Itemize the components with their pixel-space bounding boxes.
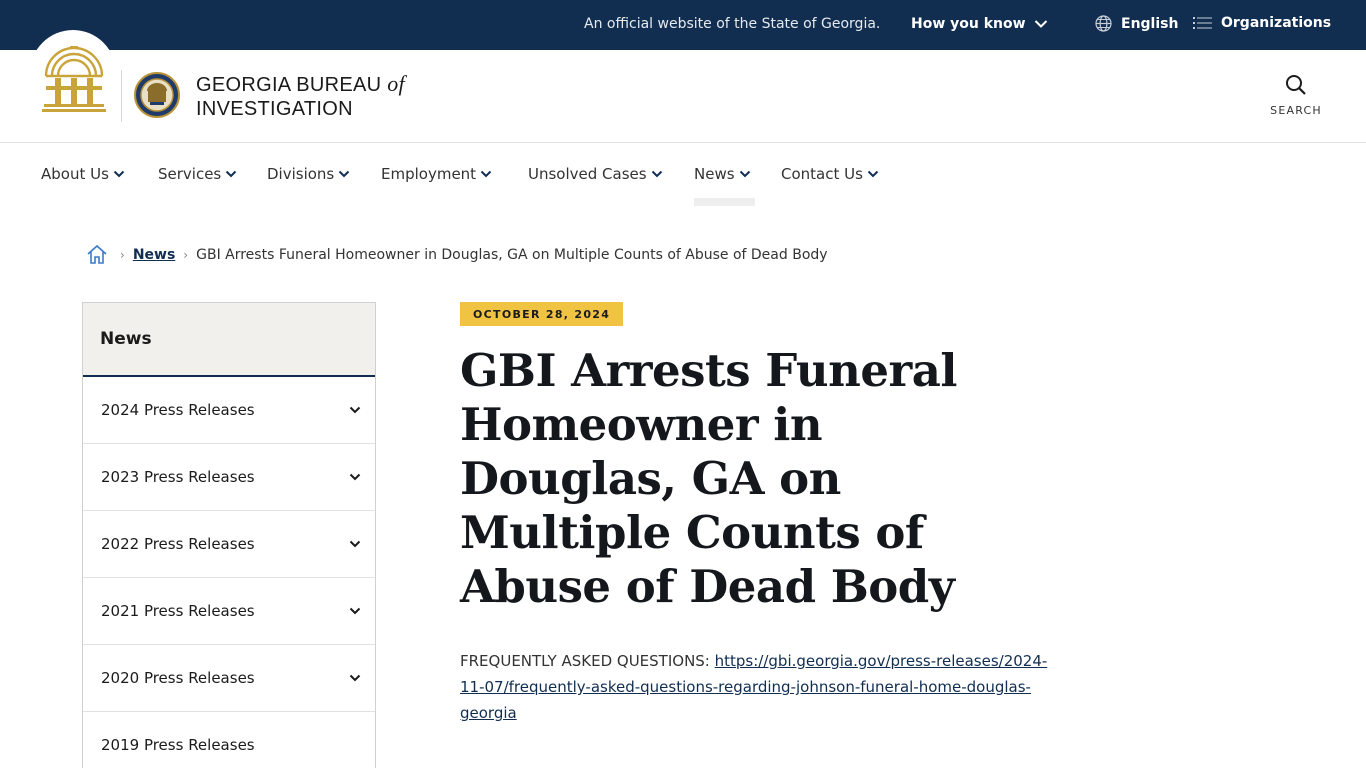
breadcrumb-news-link[interactable]: News xyxy=(133,247,175,263)
news-sidebar: News 2024 Press Releases 2023 Press Rele… xyxy=(82,302,376,768)
nav-divisions[interactable]: Divisions xyxy=(267,165,350,183)
list-icon xyxy=(1193,17,1212,29)
gbi-badge-logo[interactable] xyxy=(134,70,180,120)
sidebar-item-2024[interactable]: 2024 Press Releases xyxy=(83,377,375,444)
site-name-line1: GEORGIA BUREAU xyxy=(196,74,382,96)
faq-label: FREQUENTLY ASKED QUESTIONS: xyxy=(460,652,710,670)
official-site-text: An official website of the State of Geor… xyxy=(584,16,881,32)
language-selector[interactable]: English xyxy=(1095,15,1178,32)
nav-label: Contact Us xyxy=(781,165,863,183)
official-banner: An official website of the State of Geor… xyxy=(0,0,1366,50)
nav-label: Employment xyxy=(381,165,477,183)
chevron-down-icon[interactable] xyxy=(349,473,361,481)
faq-paragraph: FREQUENTLY ASKED QUESTIONS: https://gbi.… xyxy=(460,648,1060,726)
nav-label: News xyxy=(694,165,735,183)
search-button[interactable]: SEARCH xyxy=(1264,74,1328,122)
chevron-down-icon[interactable] xyxy=(349,406,361,414)
article-date-badge: OCTOBER 28, 2024 xyxy=(460,302,624,326)
language-label: English xyxy=(1121,15,1179,32)
search-icon xyxy=(1286,75,1306,95)
chevron-down-icon[interactable] xyxy=(349,607,361,615)
nav-employment[interactable]: Employment xyxy=(381,165,492,183)
nav-label: Divisions xyxy=(267,165,335,183)
breadcrumb-separator: › xyxy=(120,247,125,262)
nav-label: Services xyxy=(158,165,222,183)
sidebar-title[interactable]: News xyxy=(83,303,375,377)
chevron-down-icon[interactable] xyxy=(349,540,361,548)
nav-unsolved-cases[interactable]: Unsolved Cases xyxy=(528,165,663,183)
nav-label: About Us xyxy=(41,165,109,183)
chevron-down-icon[interactable] xyxy=(349,674,361,682)
breadcrumb-current: GBI Arrests Funeral Homeowner in Douglas… xyxy=(196,246,828,263)
chevron-down-icon xyxy=(113,170,125,178)
nav-label: Unsolved Cases xyxy=(528,165,647,183)
nav-about-us[interactable]: About Us xyxy=(41,165,125,183)
main-navigation: About Us Services Divisions Employment U… xyxy=(0,143,1366,206)
sidebar-item-label: 2024 Press Releases xyxy=(101,401,255,419)
chevron-down-icon xyxy=(651,170,662,178)
how-you-know-label: How you know xyxy=(911,16,1026,32)
sidebar-item-label: 2023 Press Releases xyxy=(101,468,255,486)
sidebar-item-label: 2021 Press Releases xyxy=(101,602,255,620)
nav-news[interactable]: News xyxy=(694,165,751,183)
sidebar-item-2022[interactable]: 2022 Press Releases xyxy=(83,511,375,578)
organizations-button[interactable]: Organizations xyxy=(1193,15,1331,31)
chevron-down-icon xyxy=(480,170,492,178)
sidebar-item-label: 2022 Press Releases xyxy=(101,535,255,553)
globe-icon xyxy=(1095,15,1112,32)
breadcrumb: › News › GBI Arrests Funeral Homeowner i… xyxy=(86,244,828,265)
organizations-label: Organizations xyxy=(1221,15,1332,31)
sidebar-item-2021[interactable]: 2021 Press Releases xyxy=(83,578,375,645)
chevron-down-icon xyxy=(867,170,879,178)
nav-active-indicator xyxy=(694,198,755,206)
sidebar-item-2019[interactable]: 2019 Press Releases xyxy=(83,712,375,768)
sidebar-item-2020[interactable]: 2020 Press Releases xyxy=(83,645,375,712)
search-label: SEARCH xyxy=(1270,104,1322,117)
sidebar-item-label: 2020 Press Releases xyxy=(101,669,255,687)
chevron-down-icon xyxy=(739,170,750,178)
chevron-down-icon xyxy=(339,170,350,178)
home-icon[interactable] xyxy=(86,244,108,265)
breadcrumb-separator: › xyxy=(183,247,189,262)
sidebar-item-label: 2019 Press Releases xyxy=(101,736,255,754)
site-name[interactable]: GEORGIA BUREAU of INVESTIGATION xyxy=(196,72,405,121)
nav-services[interactable]: Services xyxy=(158,165,237,183)
site-name-line2: INVESTIGATION xyxy=(196,98,353,120)
chevron-down-icon xyxy=(226,170,237,178)
how-you-know-button[interactable]: How you know xyxy=(911,16,1048,32)
georgia-state-seal-logo[interactable] xyxy=(40,42,108,116)
sidebar-item-2023[interactable]: 2023 Press Releases xyxy=(83,444,375,511)
header-divider xyxy=(121,70,122,122)
nav-contact-us[interactable]: Contact Us xyxy=(781,165,879,183)
chevron-down-icon xyxy=(1034,20,1047,28)
article-title: GBI Arrests Funeral Homeowner in Douglas… xyxy=(460,344,957,613)
site-name-of: of xyxy=(387,71,405,96)
